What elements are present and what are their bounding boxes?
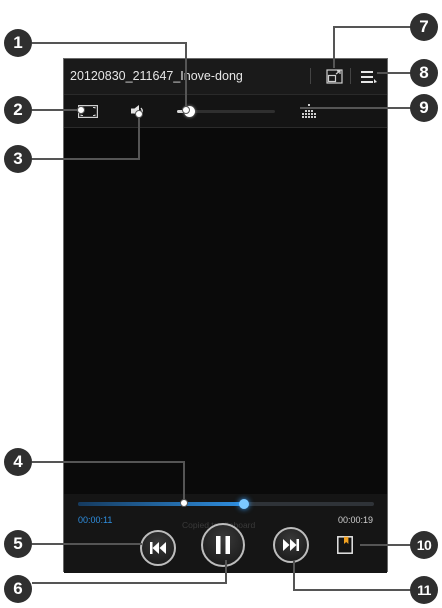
callout-line	[32, 109, 80, 111]
callout-line	[225, 560, 227, 584]
callout-badge-11: 11	[410, 576, 438, 604]
callout-line	[333, 26, 335, 68]
callout-line	[183, 461, 185, 501]
callout-badge-4: 4	[4, 448, 32, 476]
callout-line	[32, 461, 184, 463]
bookmark-icon[interactable]	[337, 536, 353, 559]
callout-badge-1: 1	[4, 29, 32, 57]
progress-bar-fill	[78, 502, 244, 506]
callout-dot	[77, 106, 85, 114]
callout-badge-9: 9	[410, 94, 438, 122]
callout-line	[138, 112, 140, 160]
callout-badge-6: 6	[4, 575, 32, 603]
video-area[interactable]	[64, 128, 387, 494]
callout-line	[185, 42, 187, 108]
callout-line	[300, 107, 413, 109]
callout-line	[32, 42, 186, 44]
callout-badge-3: 3	[4, 145, 32, 173]
callout-line	[32, 158, 139, 160]
callout-line	[293, 561, 295, 591]
callout-line	[32, 582, 226, 584]
video-player-screen: 20120830_211647_Inove-dong 00:00:11 00:0…	[63, 58, 388, 573]
pause-icon	[216, 536, 230, 554]
total-time: 00:00:19	[337, 515, 373, 525]
callout-line	[294, 589, 413, 591]
progress-bar-handle[interactable]	[238, 499, 249, 509]
callout-line	[32, 543, 142, 545]
callout-badge-5: 5	[4, 530, 32, 558]
divider	[350, 68, 351, 84]
option-bar	[64, 95, 387, 128]
rewind-icon	[150, 542, 166, 554]
callout-badge-7: 7	[410, 13, 438, 41]
elapsed-time: 00:00:11	[78, 515, 113, 525]
pause-button[interactable]	[201, 523, 245, 567]
divider	[310, 68, 311, 84]
fast-forward-icon	[283, 539, 299, 551]
callout-dot	[182, 106, 190, 114]
progress-bar[interactable]	[78, 499, 374, 509]
callout-line	[377, 72, 413, 74]
callout-line	[333, 26, 413, 28]
video-title: 20120830_211647_Inove-dong	[70, 69, 243, 83]
rewind-button[interactable]	[140, 530, 176, 566]
callout-badge-2: 2	[4, 96, 32, 124]
popup-play-icon[interactable]	[326, 69, 343, 89]
list-icon[interactable]	[361, 70, 378, 89]
callout-line	[360, 544, 413, 546]
callout-badge-10: 10	[410, 531, 438, 559]
callout-badge-8: 8	[410, 59, 438, 87]
fast-forward-button[interactable]	[273, 527, 309, 563]
callout-dot	[135, 110, 143, 118]
callout-dot	[180, 499, 188, 507]
volume-slider[interactable]	[177, 106, 275, 117]
top-bar: 20120830_211647_Inove-dong	[64, 59, 387, 95]
